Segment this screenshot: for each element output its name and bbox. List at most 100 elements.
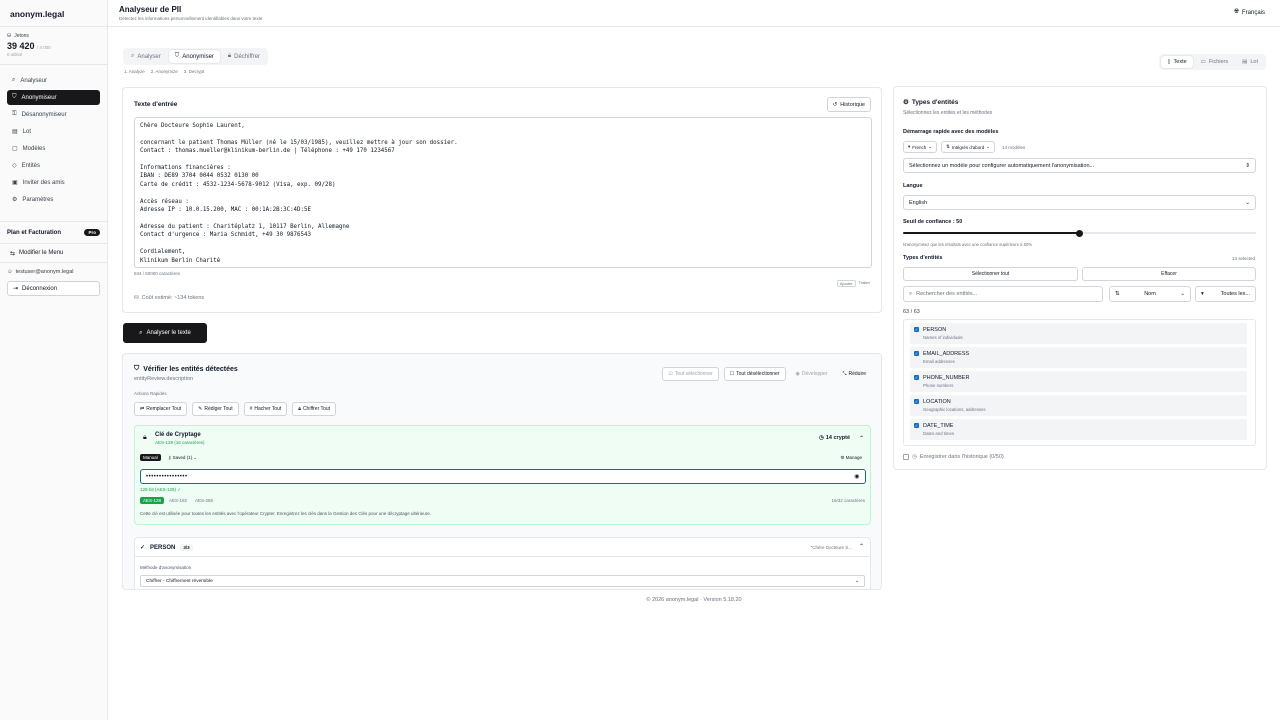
brand-logo[interactable]: anonym.legal [0, 0, 107, 27]
checkbox-checked[interactable]: ✓ [914, 399, 919, 404]
list-item[interactable]: ✓ EMAIL_ADDRESS Email addresses [910, 347, 1247, 368]
checkbox-checked[interactable]: ✓ [914, 375, 919, 380]
redact-all-button[interactable]: ✎ Rédiger Tout [192, 402, 239, 416]
tab-dechiffrer[interactable]: 🔒︎ Déchiffrer [222, 50, 266, 63]
expand-button[interactable]: ◉ Développer [791, 367, 833, 381]
history-button[interactable]: ↺ Historique [826, 97, 871, 112]
list-item[interactable]: ✓ DATE_TIME Dates and times [910, 419, 1247, 440]
chevron-down-icon: ⌄ [986, 144, 991, 149]
input-textarea[interactable]: Chère Docteure Sophie Laurent, concernan… [134, 117, 872, 268]
logout-button[interactable]: ⇥ Déconnexion [7, 281, 100, 296]
person-header[interactable]: ✓ PERSON 3/3 [140, 544, 193, 551]
logout-icon: ⇥ [13, 286, 19, 292]
collapse-button[interactable]: ⤡ Réduire [837, 367, 871, 381]
language-select[interactable]: English ⌄ [903, 195, 1256, 210]
files-icon: ▭ [1200, 59, 1206, 65]
deselect-all-button[interactable]: ☐ Tout désélectionner [723, 367, 786, 381]
language-filter-chip[interactable]: ▾ French ⌄ [903, 141, 938, 153]
crypto-title: Clé de Cryptage [155, 432, 201, 438]
sidebar-item-parametres[interactable]: ⚙ Paramètres [7, 192, 100, 207]
workflow-tabs: ⌕ Analyser ⛉ Anonymiser 🔒︎ Déchiffrer [123, 48, 269, 65]
shield-icon: ⛉ [134, 365, 140, 372]
replace-icon: ⇄ [140, 406, 145, 412]
tab-analyser[interactable]: ⌕ Analyser [125, 50, 167, 63]
clock-icon: ◷ [912, 454, 917, 460]
model-select[interactable]: Sélectionnez un modèle pour configurer a… [903, 158, 1256, 173]
page-title: Analyseur de PII [119, 5, 182, 14]
encryption-key-input[interactable]: •••••••••••••••• ◉ [140, 469, 866, 484]
entity-count: 63 / 63 [903, 309, 920, 315]
tab-texte[interactable]: ▯ Texte [1161, 56, 1193, 68]
sidebar-item-inviter[interactable]: ▣ Inviter des amis [7, 175, 100, 190]
language-value: English [909, 199, 928, 206]
sidebar-item-desanonymiseur[interactable]: ⚿ Désanonymiseur [7, 107, 100, 122]
checkbox-checked[interactable]: ✓ [914, 327, 919, 332]
process-button[interactable]: Traiter [859, 280, 870, 287]
analyze-label: Analyser le texte [146, 330, 191, 336]
chevron-up-icon[interactable]: ⌃ [859, 543, 864, 550]
eye-icon[interactable]: ◉ [854, 473, 860, 480]
encrypt-all-button[interactable]: 🔒︎ Chiffrer Tout [292, 402, 336, 416]
filter-icon: ▾ [908, 144, 911, 149]
sidebar-item-analyseur[interactable]: ⌕ Analyseur [7, 73, 100, 88]
person-count: 3/3 [180, 544, 193, 551]
language-label: Langue [903, 183, 923, 189]
checkbox-checked[interactable]: ✓ [914, 423, 919, 428]
algorithm-options: AES-128 AES-192 AES-256 [140, 497, 216, 504]
user-email-text: testuser@anonym.legal [15, 269, 74, 275]
sidebar-item-entites[interactable]: ◇ Entités [7, 158, 100, 173]
modify-menu-button[interactable]: ⇆ Modifier le Menu [0, 243, 107, 263]
footer: © 2026 anonym.legal · Version 5.18.20 [646, 597, 742, 603]
method-select[interactable]: Chiffrer - Chiffrement réversible ⌄ [140, 575, 865, 587]
sort-select[interactable]: ⇅ Nom ⌄ [1109, 286, 1191, 302]
plan-billing[interactable]: Plan et Facturation Pro [0, 221, 107, 243]
select-all-entities-button[interactable]: Sélectionner tout [903, 267, 1078, 281]
algo-aes-256[interactable]: AES-256 [192, 497, 216, 504]
shield-icon: ⛉ [12, 94, 17, 100]
checkbox-checked[interactable]: ✓ [914, 351, 919, 356]
gear-icon: ⚙ [903, 99, 909, 106]
tab-fichiers[interactable]: ▭ Fichiers [1195, 56, 1234, 68]
tab-anonymiser[interactable]: ⛉ Anonymiser [168, 50, 220, 63]
plan-badge: Pro [84, 229, 100, 236]
replace-all-button[interactable]: ⇄ Remplacer Tout [134, 402, 188, 416]
language-switcher[interactable]: 🌐︎ Français [1234, 9, 1265, 16]
analyze-text-button[interactable]: ⌕ Analyser le texte [123, 323, 207, 343]
chevron-up-icon[interactable]: ⌃ [859, 435, 864, 442]
tab-lot[interactable]: ▤ Lot [1236, 56, 1264, 68]
save-history-toggle[interactable]: ◷ Enregistrer dans l'historique (0/50) [903, 454, 1004, 460]
gift-icon: ▣ [12, 180, 18, 186]
saved-keys-dropdown[interactable]: ⚷ Saved (1) ⌄ [168, 455, 197, 461]
coins-icon: ⛁ [134, 295, 139, 301]
check-icon: ✓ [140, 545, 146, 551]
algo-aes-192[interactable]: AES-192 [166, 497, 190, 504]
confidence-slider[interactable] [903, 229, 1256, 237]
add-button[interactable]: Ajouter [836, 280, 856, 287]
entity-desc: Dates and times [923, 431, 955, 436]
token-value: 39 420 [7, 41, 35, 51]
manage-keys-button[interactable]: ⚙ Manage [840, 455, 862, 461]
manual-mode-toggle[interactable]: Manual [140, 454, 161, 461]
sidebar-item-lot[interactable]: ▤ Lot [7, 124, 100, 139]
clear-entities-button[interactable]: Effacer [1082, 267, 1256, 281]
entity-search-input[interactable]: ⌕ Rechercher des entités... [903, 286, 1103, 302]
checkbox-unchecked[interactable] [903, 454, 909, 460]
list-item[interactable]: ✓ PHONE_NUMBER Phone numbers [910, 371, 1247, 392]
algo-aes-128[interactable]: AES-128 [140, 497, 165, 504]
lock-icon: 🔒︎ [298, 406, 301, 412]
slider-handle[interactable] [1076, 229, 1083, 237]
entity-panel-title-text: Types d'entités [911, 98, 959, 106]
replace-all-label: Remplacer Tout [146, 406, 182, 412]
review-title-text: Vérifier les entités détectées [143, 365, 238, 373]
sidebar-item-anonymiseur[interactable]: ⛉ Anonymiseur [7, 90, 100, 105]
category-filter-select[interactable]: ▾ Toutes les... [1195, 286, 1256, 302]
template-filters: ▾ French ⌄ ⇅ Intégrés d'abord ⌄ 14 modèles [903, 141, 1025, 153]
list-item[interactable]: ✓ PERSON Names of individuals [910, 323, 1247, 344]
sidebar-item-modeles[interactable]: ▢ Modèles [7, 141, 100, 156]
minimize-icon: ⤡ [842, 371, 847, 377]
chevron-down-icon: ⌄ [193, 455, 198, 460]
hash-all-button[interactable]: # Hacher Tout [243, 402, 288, 416]
select-all-button[interactable]: ☑ Tout sélectionner [662, 367, 719, 381]
sort-chip[interactable]: ⇅ Intégrés d'abord ⌄ [941, 141, 996, 153]
list-item[interactable]: ✓ LOCATION Geographic locations, addresses [910, 395, 1247, 416]
